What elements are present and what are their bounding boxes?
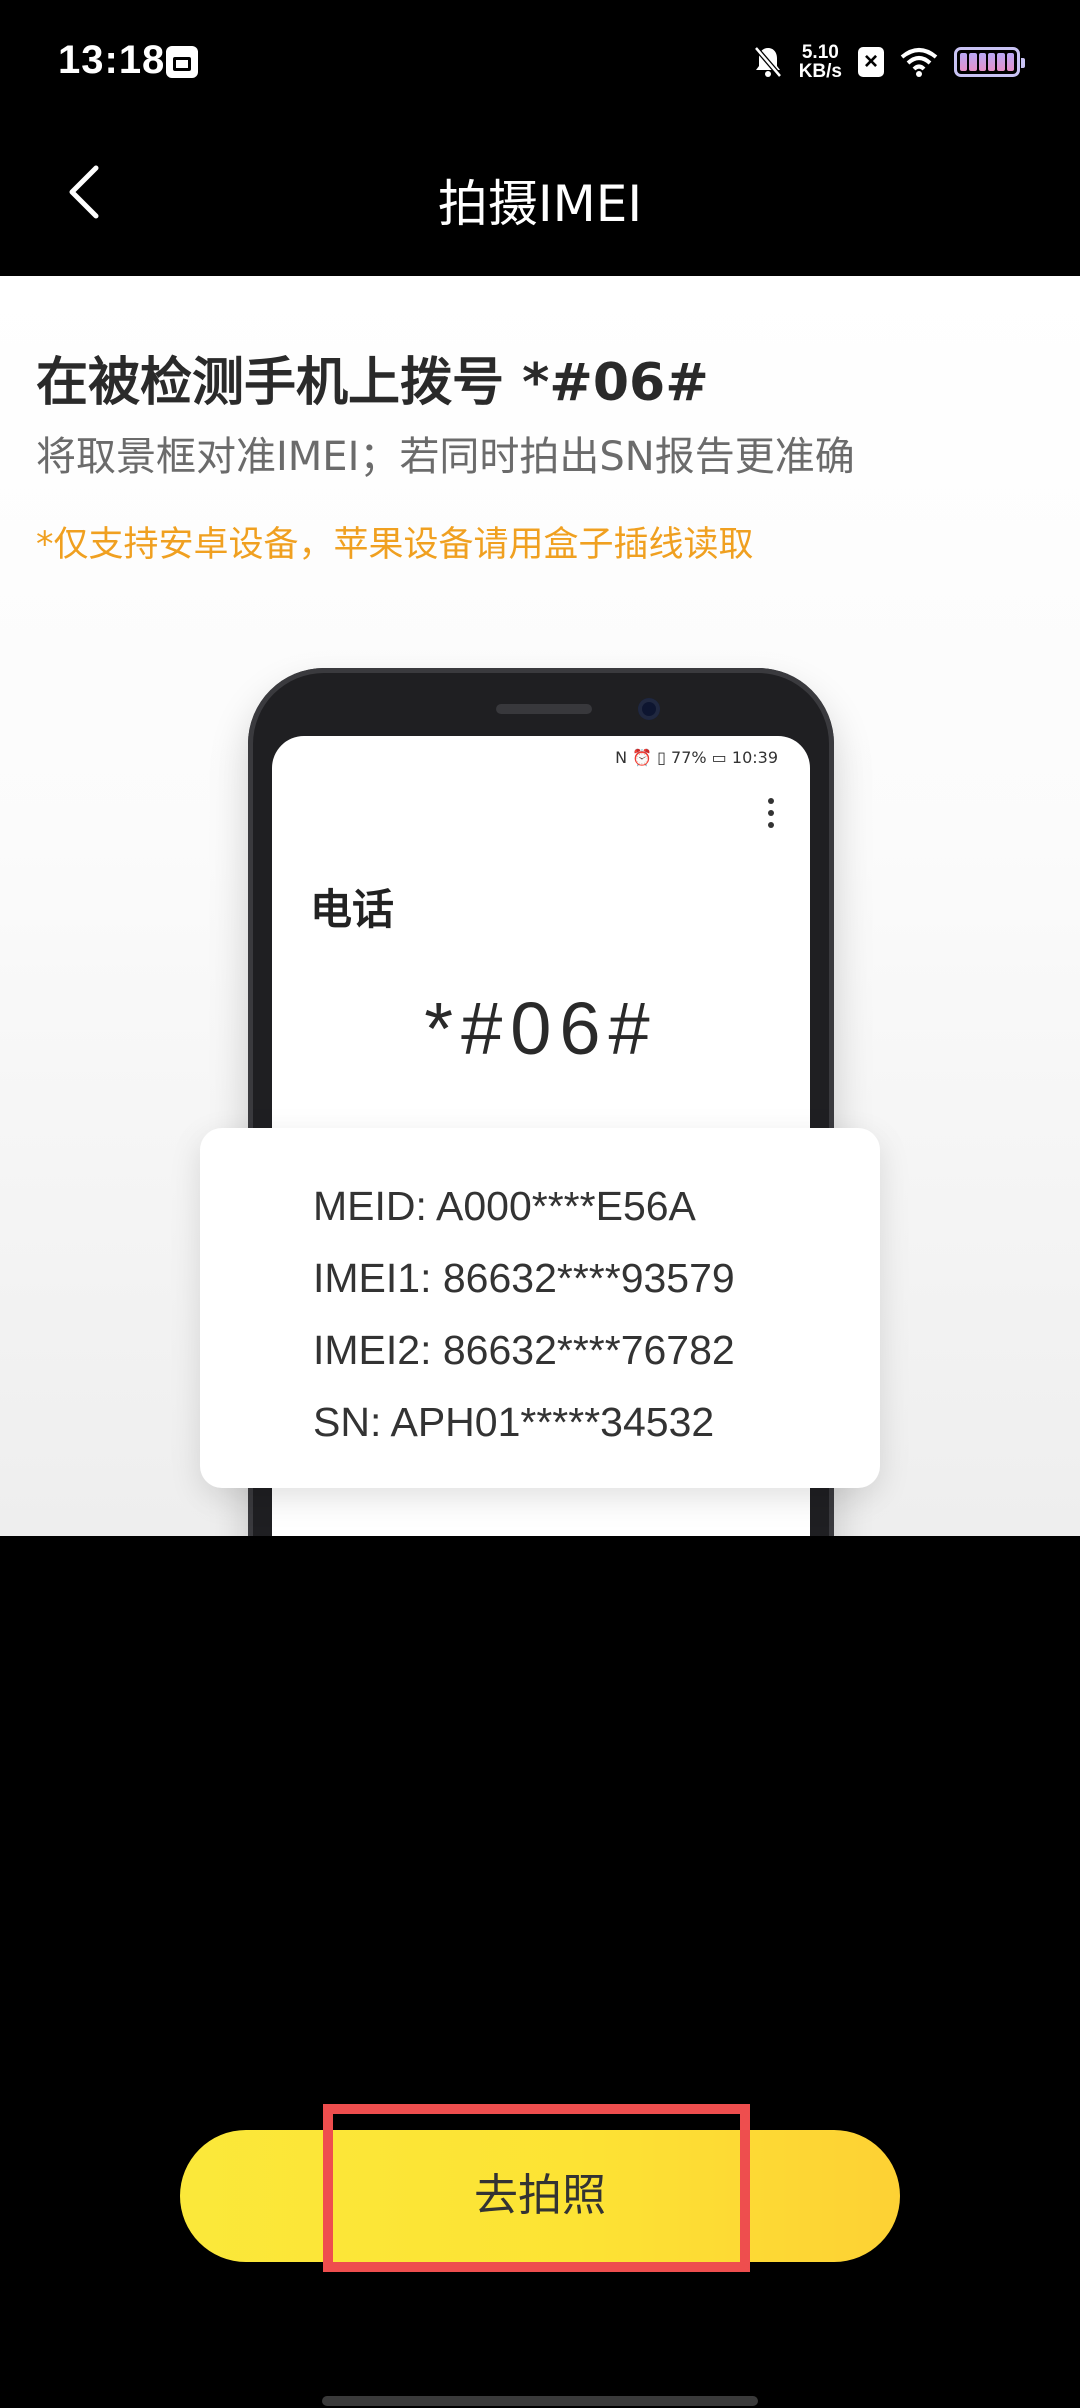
net-speed: 5.10 KB/s	[799, 43, 842, 81]
more-vert-icon	[768, 798, 774, 834]
phone-speaker	[496, 704, 592, 714]
status-time: 13:18	[58, 38, 166, 82]
device-info-lines: MEID: A000****E56A IMEI1: 86632****93579…	[313, 1170, 735, 1458]
phone-camera	[638, 698, 660, 720]
take-photo-button[interactable]: 去拍照	[180, 2130, 900, 2262]
bell-off-icon	[753, 46, 782, 78]
home-indicator	[322, 2396, 758, 2406]
android-only-notice: *仅支持安卓设备，苹果设备请用盒子插线读取	[36, 525, 754, 565]
dial-code: *#06#	[424, 987, 658, 1070]
battery-icon	[954, 47, 1025, 77]
sn-line: SN: APH01*****34532	[313, 1399, 715, 1445]
status-bar: 13:18 5.10 KB/s ×	[0, 0, 1080, 125]
device-info-card: MEID: A000****E56A IMEI1: 86632****93579…	[200, 1128, 880, 1488]
illustration-status-bar: N ⏰ ▯ 77% ▭ 10:39	[615, 748, 778, 767]
instruction-headline: 在被检测手机上拨号 *#06#	[36, 353, 709, 413]
meid-line: MEID: A000****E56A	[313, 1183, 696, 1229]
instruction-subline: 将取景框对准IMEI；若同时拍出SN报告更准确	[36, 434, 855, 480]
net-speed-unit: KB/s	[798, 61, 842, 82]
page-title: 拍摄IMEI	[437, 175, 643, 233]
instruction-panel: 在被检测手机上拨号 *#06# 将取景框对准IMEI；若同时拍出SN报告更准确 …	[0, 276, 1080, 1536]
net-speed-value: 5.10	[801, 42, 839, 63]
dialer-app-title: 电话	[310, 885, 395, 934]
calendar-icon	[166, 46, 198, 78]
status-icons: 5.10 KB/s ×	[753, 40, 1025, 84]
wifi-icon	[900, 48, 938, 77]
imei2-line: IMEI2: 86632****76782	[313, 1327, 735, 1373]
close-box-icon: ×	[858, 47, 884, 77]
imei1-line: IMEI1: 86632****93579	[313, 1255, 735, 1301]
